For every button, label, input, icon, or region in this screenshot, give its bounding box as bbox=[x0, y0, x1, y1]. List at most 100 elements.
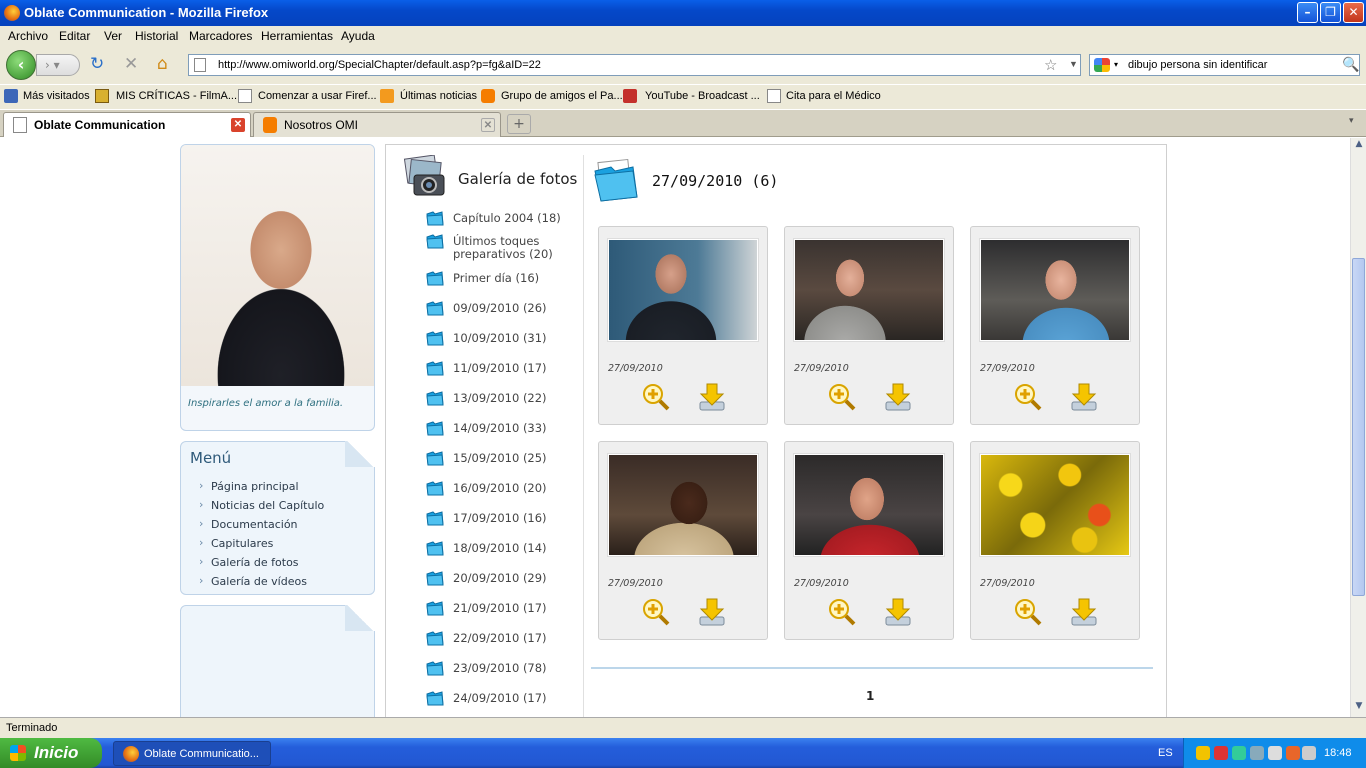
url-bar[interactable]: http://www.omiworld.org/SpecialChapter/d… bbox=[188, 54, 1081, 76]
menu-ver[interactable]: Ver bbox=[104, 29, 122, 43]
tab-label: Oblate Communication bbox=[34, 118, 166, 132]
folder-icon bbox=[426, 631, 444, 646]
tray-app-icon[interactable] bbox=[1250, 746, 1264, 760]
google-icon[interactable] bbox=[1094, 58, 1110, 72]
bookmark-youtube[interactable]: YouTube - Broadcast ... bbox=[645, 90, 760, 102]
vertical-scrollbar[interactable]: ▲ ▼ bbox=[1350, 138, 1366, 717]
scroll-up-icon[interactable]: ▲ bbox=[1353, 139, 1365, 153]
download-icon[interactable] bbox=[697, 382, 727, 412]
menu-item-documentacion[interactable]: Documentación bbox=[199, 517, 298, 531]
download-icon[interactable] bbox=[883, 597, 913, 627]
tab-list-icon[interactable]: ▾ bbox=[1349, 116, 1354, 126]
antivirus-icon[interactable] bbox=[1268, 746, 1282, 760]
founder-portrait-card: Inspirarles el amor a la familia. bbox=[180, 144, 375, 431]
menu-historial[interactable]: Historial bbox=[135, 29, 178, 43]
forward-button[interactable]: › ▾ bbox=[36, 54, 80, 76]
menu-item-galeria-fotos[interactable]: Galería de fotos bbox=[199, 555, 299, 569]
folder-icon bbox=[426, 481, 444, 496]
photo-thumbnail[interactable] bbox=[794, 454, 944, 556]
photo-card: 27/09/2010 bbox=[784, 226, 954, 425]
tray-app-icon[interactable] bbox=[1286, 746, 1300, 760]
start-button[interactable]: Inicio bbox=[0, 738, 102, 768]
album-label: 16/09/2010 (20) bbox=[453, 481, 547, 495]
photo-thumbnail[interactable] bbox=[794, 239, 944, 341]
zoom-icon[interactable] bbox=[827, 382, 857, 412]
language-indicator[interactable]: ES bbox=[1158, 747, 1173, 759]
zoom-icon[interactable] bbox=[641, 382, 671, 412]
menu-archivo[interactable]: Archivo bbox=[8, 29, 48, 43]
bookmark-mis-criticas[interactable]: MIS CRÍTICAS - FilmA... bbox=[116, 90, 237, 102]
close-tab-icon[interactable]: ✕ bbox=[231, 118, 245, 132]
stop-icon[interactable]: ✕ bbox=[124, 56, 138, 73]
page-icon bbox=[767, 89, 781, 103]
menu-item-galeria-videos[interactable]: Galería de vídeos bbox=[199, 574, 307, 588]
clock: 18:48 bbox=[1324, 747, 1352, 759]
monitor-icon[interactable] bbox=[1302, 746, 1316, 760]
close-window-button[interactable]: ✕ bbox=[1343, 2, 1364, 23]
folder-icon bbox=[426, 571, 444, 586]
folder-icon bbox=[426, 301, 444, 316]
photo-thumbnail[interactable] bbox=[980, 454, 1130, 556]
firefox-icon bbox=[4, 5, 20, 21]
network-icon[interactable] bbox=[1232, 746, 1246, 760]
menu-item-pagina-principal[interactable]: Página principal bbox=[199, 479, 299, 493]
photo-card: 27/09/2010 bbox=[784, 441, 954, 640]
download-icon[interactable] bbox=[1069, 597, 1099, 627]
scrollbar-thumb[interactable] bbox=[1352, 258, 1365, 596]
menu-editar[interactable]: Editar bbox=[59, 29, 90, 43]
tab-oblate-communication[interactable]: Oblate Communication ✕ bbox=[3, 112, 251, 137]
menu-marcadores[interactable]: Marcadores bbox=[189, 29, 252, 43]
zoom-icon[interactable] bbox=[1013, 597, 1043, 627]
bookmark-star-icon[interactable]: ☆ bbox=[1044, 56, 1057, 74]
security-shield-icon[interactable] bbox=[1196, 746, 1210, 760]
back-button[interactable]: ‹ bbox=[6, 50, 36, 80]
maximize-button[interactable]: ❐ bbox=[1320, 2, 1341, 23]
album-label: 11/09/2010 (17) bbox=[453, 361, 547, 375]
url-dropdown-icon[interactable]: ▼ bbox=[1069, 59, 1078, 69]
close-tab-icon[interactable]: ✕ bbox=[481, 118, 495, 132]
photo-thumbnail[interactable] bbox=[980, 239, 1130, 341]
menu-item-noticias[interactable]: Noticias del Capítulo bbox=[199, 498, 324, 512]
bookmark-grupo-amigos[interactable]: Grupo de amigos el Pa... bbox=[501, 90, 623, 102]
zoom-icon[interactable] bbox=[827, 597, 857, 627]
new-tab-button[interactable]: + bbox=[507, 114, 531, 134]
search-bar[interactable]: ▾ dibujo persona sin identificar 🔍 bbox=[1089, 54, 1360, 76]
menu-title: Menú bbox=[190, 449, 232, 467]
search-engine-dropdown-icon[interactable]: ▾ bbox=[1114, 60, 1118, 69]
minimize-button[interactable]: – bbox=[1297, 2, 1318, 23]
tray-app-icon[interactable] bbox=[1214, 746, 1228, 760]
bookmarks-folder-icon bbox=[4, 89, 18, 103]
page-icon bbox=[13, 117, 27, 133]
album-label: 17/09/2010 (16) bbox=[453, 511, 547, 525]
zoom-icon[interactable] bbox=[1013, 382, 1043, 412]
menu-herramientas[interactable]: Herramientas bbox=[261, 29, 333, 43]
download-icon[interactable] bbox=[697, 597, 727, 627]
album-label: 14/09/2010 (33) bbox=[453, 421, 547, 435]
reload-icon[interactable]: ↻ bbox=[90, 56, 104, 73]
home-icon[interactable]: ⌂ bbox=[157, 56, 168, 73]
folder-icon bbox=[426, 541, 444, 556]
photo-thumbnail[interactable] bbox=[608, 239, 758, 341]
menu-item-capitulares[interactable]: Capitulares bbox=[199, 536, 273, 550]
photo-thumbnail[interactable] bbox=[608, 454, 758, 556]
menu-ayuda[interactable]: Ayuda bbox=[341, 29, 375, 43]
scroll-down-icon[interactable]: ▼ bbox=[1353, 701, 1365, 715]
bookmark-mas-visitados[interactable]: Más visitados bbox=[23, 90, 90, 102]
bookmark-cita-medico[interactable]: Cita para el Médico bbox=[786, 90, 881, 102]
zoom-icon[interactable] bbox=[641, 597, 671, 627]
search-input[interactable]: dibujo persona sin identificar bbox=[1128, 59, 1267, 71]
download-icon[interactable] bbox=[883, 382, 913, 412]
tab-nosotros-omi[interactable]: Nosotros OMI ✕ bbox=[253, 112, 501, 137]
taskbar-firefox-button[interactable]: Oblate Communicatio... bbox=[113, 741, 271, 766]
pagination-page-1[interactable]: 1 bbox=[866, 689, 874, 703]
url-text[interactable]: http://www.omiworld.org/SpecialChapter/d… bbox=[218, 59, 541, 71]
sidebar-box bbox=[180, 605, 375, 717]
search-icon[interactable]: 🔍 bbox=[1342, 56, 1359, 73]
bookmark-ultimas-noticias[interactable]: Últimas noticias bbox=[400, 90, 477, 102]
photo-date: 27/09/2010 bbox=[608, 363, 663, 374]
bookmark-comenzar-firefox[interactable]: Comenzar a usar Firef... bbox=[258, 90, 377, 102]
photo-gallery: Galería de fotos Capítulo 2004 (18) Últim… bbox=[385, 144, 1167, 717]
download-icon[interactable] bbox=[1069, 382, 1099, 412]
folder-icon bbox=[426, 451, 444, 466]
folder-icon bbox=[426, 211, 444, 226]
